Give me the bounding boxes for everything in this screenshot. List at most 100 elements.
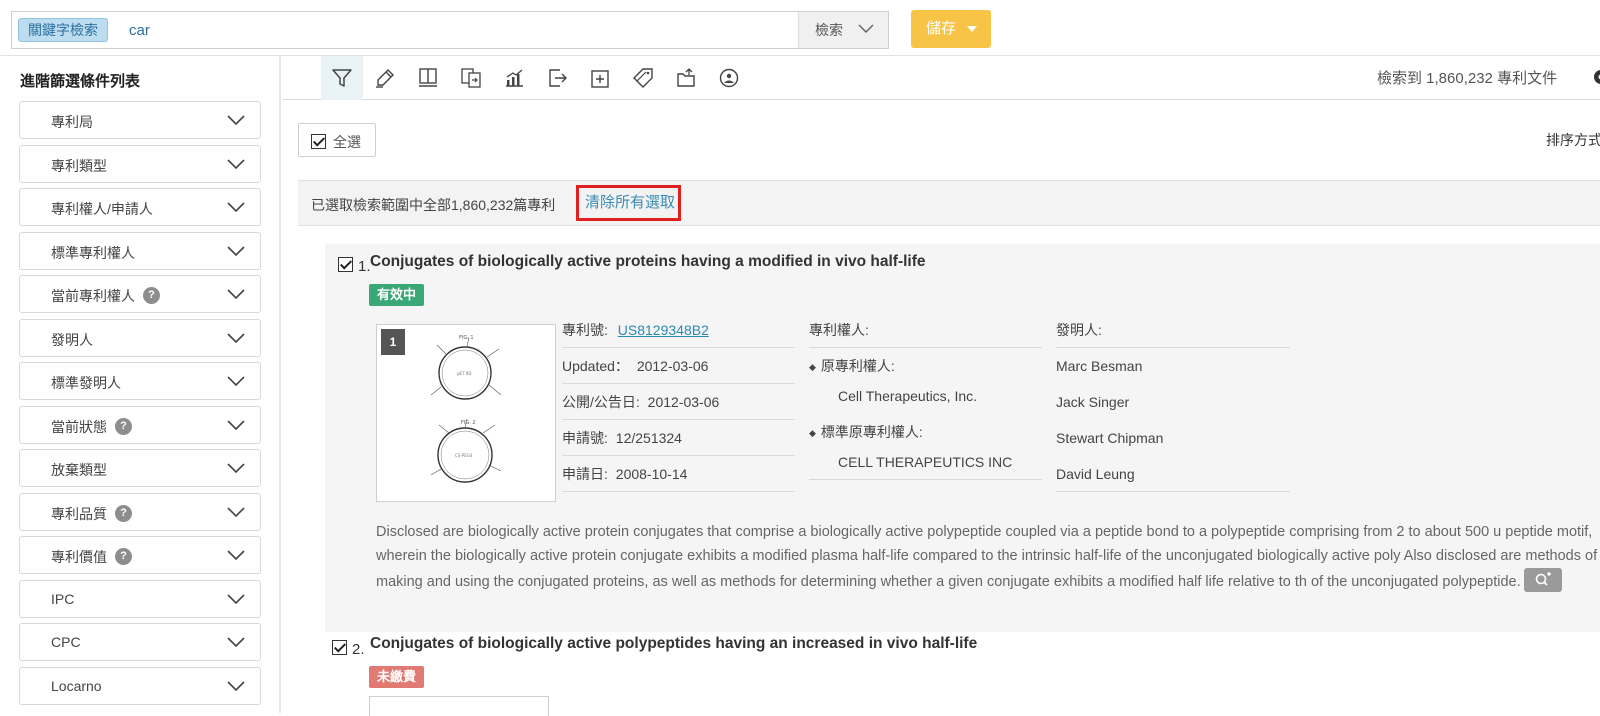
- svg-text:FIG. 1: FIG. 1: [459, 335, 474, 341]
- application-number-label: 申請號:: [562, 430, 608, 446]
- search-button-label: 檢索: [815, 22, 843, 38]
- chevron-down-icon: [227, 550, 245, 561]
- original-assignee-row: Cell Therapeutics, Inc.: [809, 378, 1042, 414]
- abstract-body: Disclosed are biologically active protei…: [376, 524, 1597, 590]
- filter-item[interactable]: Locarno: [19, 667, 261, 705]
- selection-bar: 已選取檢索範圍中全部1,860,232篇專利 清除所有選取: [298, 180, 1600, 226]
- chevron-down-icon: [227, 507, 245, 518]
- filter-tool[interactable]: [321, 56, 363, 100]
- save-to-folder-icon: [675, 67, 697, 89]
- help-icon[interactable]: ?: [115, 505, 132, 522]
- filter-item[interactable]: 專利類型: [19, 145, 261, 183]
- select-all-button[interactable]: 全選: [298, 123, 376, 157]
- filter-item-label: 專利類型: [51, 156, 107, 176]
- chevron-down-icon: [227, 463, 245, 474]
- filter-item[interactable]: 專利局: [19, 101, 261, 139]
- assignee-label: 專利權人:: [809, 322, 869, 338]
- status-badge: 未繳費: [369, 666, 424, 688]
- tag-tool[interactable]: [622, 56, 664, 100]
- compare-tool[interactable]: [450, 56, 492, 100]
- updated-date: 2012-03-06: [637, 358, 709, 374]
- chevron-down-icon: [227, 159, 245, 170]
- svg-text:FIG. 2: FIG. 2: [461, 420, 476, 426]
- result-number: 2.: [352, 641, 365, 658]
- std-original-assignee-label: 標準原專利權人:: [821, 424, 923, 440]
- search-button[interactable]: 檢索: [798, 12, 888, 48]
- analysis-chart-icon: [503, 67, 525, 89]
- help-icon[interactable]: ?: [143, 287, 160, 304]
- inventor-name[interactable]: Marc Besman: [1056, 358, 1142, 374]
- filter-item-label: 當前專利權人: [51, 286, 135, 306]
- std-original-assignee[interactable]: CELL THERAPEUTICS INC: [838, 454, 1012, 470]
- filter-item[interactable]: 當前專利權人?: [19, 275, 261, 313]
- save-to-folder-tool[interactable]: [665, 56, 707, 100]
- filter-item[interactable]: 放棄類型: [19, 449, 261, 487]
- gear-icon[interactable]: [1590, 66, 1600, 88]
- clear-selection-link[interactable]: 清除所有選取: [576, 185, 681, 221]
- filter-item-label: 當前狀態: [51, 417, 107, 437]
- filter-item[interactable]: CPC: [19, 623, 261, 661]
- filter-item[interactable]: 專利品質?: [19, 493, 261, 531]
- filter-item-label: 專利價值: [51, 547, 107, 567]
- inventor-name[interactable]: Jack Singer: [1056, 394, 1129, 410]
- inventor-name[interactable]: Stewart Chipman: [1056, 430, 1163, 446]
- expand-abstract-button[interactable]: [1524, 568, 1562, 592]
- help-icon[interactable]: ?: [115, 548, 132, 565]
- highlighter-icon: [374, 67, 396, 89]
- inventor-label: 發明人:: [1056, 322, 1102, 338]
- sort-label[interactable]: 排序方式: [1546, 130, 1600, 150]
- reader-icon: [417, 67, 439, 89]
- chevron-down-icon: [227, 681, 245, 692]
- result-title[interactable]: Conjugates of biologically active polype…: [370, 635, 977, 653]
- filter-item-label: 標準專利權人: [51, 243, 135, 263]
- original-assignee[interactable]: Cell Therapeutics, Inc.: [838, 388, 977, 404]
- reader-tool[interactable]: [407, 56, 449, 100]
- monitor-tool[interactable]: [708, 56, 750, 100]
- inventor-name[interactable]: David Leung: [1056, 466, 1135, 482]
- search-box[interactable]: 關鍵字檢索 檢索: [11, 11, 889, 49]
- publication-date: 2012-03-06: [648, 394, 720, 410]
- export-tool[interactable]: [536, 56, 578, 100]
- save-button[interactable]: 儲存: [911, 10, 991, 48]
- monitor-icon: [718, 67, 740, 89]
- abstract-text: Disclosed are biologically active protei…: [376, 520, 1600, 594]
- filter-item[interactable]: 標準專利權人: [19, 232, 261, 270]
- zoom-in-icon: [1524, 568, 1562, 592]
- result-checkbox[interactable]: [332, 640, 347, 655]
- filter-item[interactable]: 當前狀態?: [19, 406, 261, 444]
- result-checkbox[interactable]: [338, 257, 353, 272]
- select-all-checkbox[interactable]: [311, 134, 326, 149]
- filter-item[interactable]: IPC: [19, 580, 261, 618]
- chevron-down-icon: [227, 333, 245, 344]
- patent-drawing-thumbnail[interactable]: [369, 696, 549, 716]
- compare-icon: [460, 67, 482, 89]
- inventor-row: Jack Singer: [1056, 384, 1290, 420]
- analysis-tool[interactable]: [493, 56, 535, 100]
- add-tool[interactable]: [579, 56, 621, 100]
- filter-icon: [331, 67, 353, 89]
- search-type-tag[interactable]: 關鍵字檢索: [18, 18, 108, 42]
- help-icon[interactable]: ?: [115, 418, 132, 435]
- patent-drawing-thumbnail[interactable]: 1 FIG. 1 pET 9D FIG. 2 CS-PEG4: [376, 324, 556, 502]
- inventor-label-row: 發明人:: [1056, 312, 1290, 348]
- export-icon: [546, 67, 568, 89]
- original-assignee-label: 原專利權人:: [821, 358, 895, 374]
- filter-item-label: 專利品質: [51, 504, 107, 524]
- filter-item-label: CPC: [51, 634, 81, 650]
- sidebar-title: 進階篩選條件列表: [20, 70, 140, 91]
- filter-item[interactable]: 標準發明人: [19, 362, 261, 400]
- publication-date-label: 公開/公告日:: [562, 394, 640, 410]
- highlight-tool[interactable]: [364, 56, 406, 100]
- diamond-bullet-icon: ◆: [809, 428, 816, 438]
- application-date-row: 申請日: 2008-10-14: [562, 456, 795, 492]
- patent-number-link[interactable]: US8129348B2: [618, 322, 709, 338]
- filter-item[interactable]: 專利權人/申請人: [19, 188, 261, 226]
- result-title[interactable]: Conjugates of biologically active protei…: [370, 253, 926, 271]
- result-count: 檢索到 1,860,232 專利文件: [1377, 67, 1557, 88]
- filter-item[interactable]: 專利價值?: [19, 536, 261, 574]
- search-input[interactable]: [129, 13, 819, 47]
- filter-item[interactable]: 發明人: [19, 319, 261, 357]
- add-icon: [589, 67, 611, 89]
- chevron-down-icon: [227, 115, 245, 126]
- svg-text:CS-PEG4: CS-PEG4: [455, 453, 473, 458]
